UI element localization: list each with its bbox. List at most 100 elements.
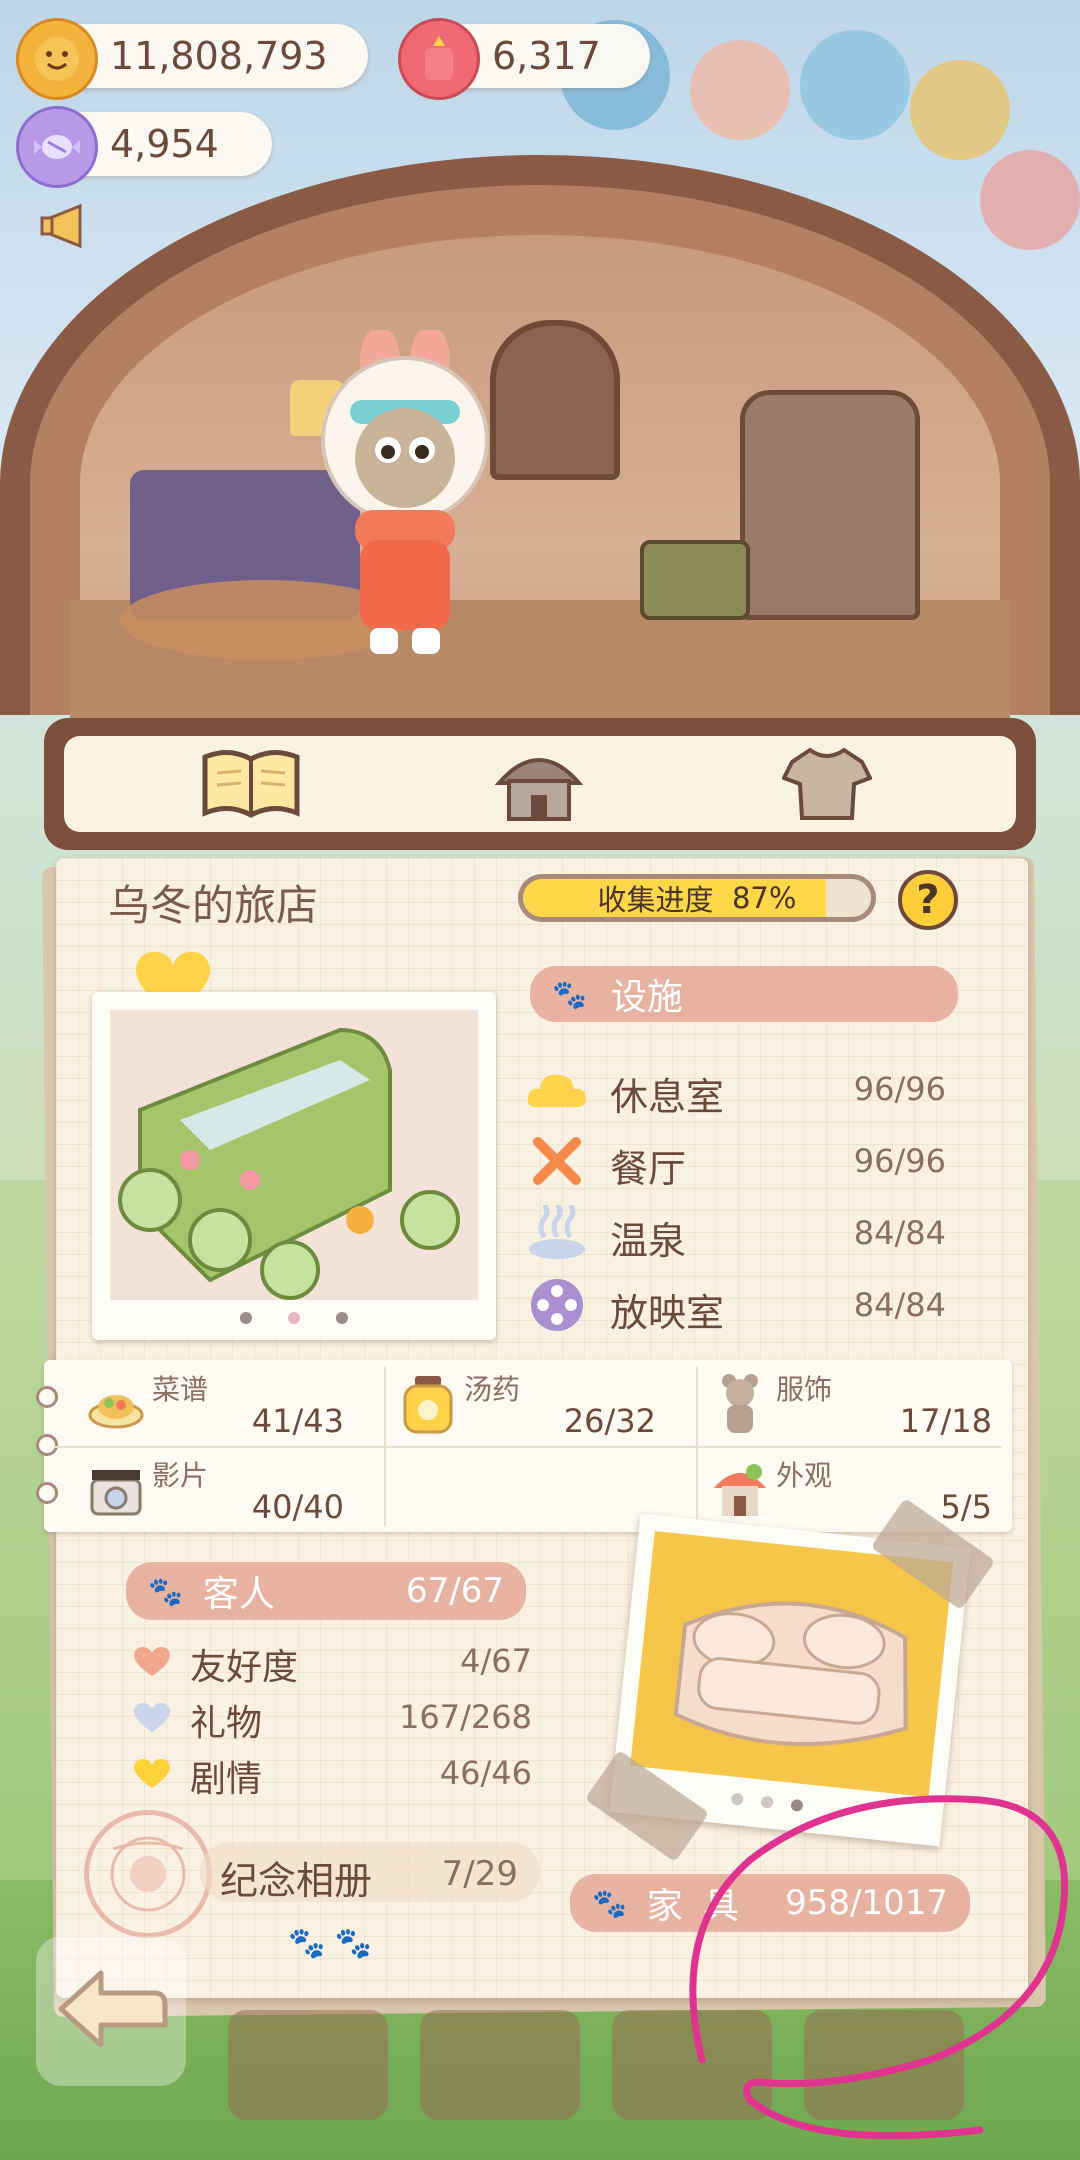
cloud-icon — [526, 1060, 588, 1118]
facility-value: 84/84 — [853, 1214, 946, 1252]
film-reel-icon — [526, 1276, 588, 1334]
back-button[interactable] — [36, 1936, 186, 2086]
guest-row-gifts[interactable]: 礼物 167/268 — [132, 1692, 532, 1744]
facility-value: 84/84 — [853, 1286, 946, 1324]
hot-spring-icon — [526, 1204, 588, 1262]
open-book-icon — [199, 747, 303, 823]
heart-icon — [134, 1647, 170, 1676]
dish-icon — [86, 1372, 146, 1436]
announcement-megaphone-icon[interactable] — [40, 196, 120, 256]
carousel-dot-1[interactable] — [240, 1312, 252, 1324]
guest-row-friendship[interactable]: 友好度 4/67 — [132, 1636, 532, 1688]
album-value: 7/29 — [441, 1854, 518, 1894]
guest-row-story[interactable]: 剧情 46/46 — [132, 1748, 532, 1800]
tab-journal[interactable] — [196, 744, 306, 826]
green-vanity-sink-illustration — [118, 1027, 460, 1300]
paw-icon: 🐾 — [592, 1886, 627, 1920]
collection-name: 汤药 — [464, 1373, 521, 1406]
guests-header-value: 67/67 — [406, 1571, 504, 1611]
collection-clothing[interactable]: 服饰 17/18 — [668, 1360, 1002, 1446]
room-chest — [640, 540, 750, 620]
annotation-circle — [689, 1795, 1069, 2140]
photo-image-area — [110, 1010, 478, 1300]
tab-outfit[interactable] — [772, 744, 882, 826]
page-title: 乌冬的旅店 — [108, 881, 319, 930]
facility-name: 温泉 — [610, 1219, 687, 1263]
collection-value: 40/40 — [251, 1488, 344, 1526]
tab-hotel[interactable] — [484, 744, 594, 826]
fork-knife-icon — [526, 1132, 588, 1190]
featured-item-photo[interactable] — [92, 992, 496, 1340]
candy-counter[interactable]: 4,954 — [16, 106, 272, 188]
room-window — [490, 320, 620, 480]
progress-label-text: 收集进度 — [597, 883, 714, 917]
facility-name: 放映室 — [610, 1291, 725, 1335]
facility-value: 96/96 — [853, 1142, 946, 1180]
coins-value: 11,808,793 — [110, 34, 328, 78]
facility-value: 96/96 — [853, 1070, 946, 1108]
paw-icon: 🐾 — [148, 1574, 183, 1608]
progress-value: 87% — [731, 881, 797, 915]
tshirt-icon — [781, 744, 873, 826]
guest-stat-name: 剧情 — [190, 1759, 263, 1800]
guest-stat-name: 礼物 — [190, 1703, 263, 1744]
room-wardrobe — [740, 390, 920, 620]
collection-name: 影片 — [152, 1459, 209, 1492]
red-candle-gem-icon — [398, 18, 480, 100]
facilities-header-label: 设施 — [610, 977, 683, 1018]
back-arrow-icon — [51, 1959, 171, 2063]
facility-row-restaurant[interactable]: 餐厅 96/96 — [526, 1132, 946, 1191]
facility-name: 餐厅 — [610, 1147, 687, 1191]
collection-recipes[interactable]: 菜谱 41/43 — [44, 1360, 354, 1446]
facilities-header: 🐾 设施 — [530, 966, 958, 1022]
film-camera-icon — [86, 1458, 146, 1522]
dock-item-1[interactable] — [228, 2010, 388, 2120]
postmark-stamp-icon — [84, 1810, 212, 1938]
collection-name: 外观 — [776, 1459, 833, 1492]
gems-value: 6,317 — [492, 34, 601, 78]
collection-progress-bar: 收集进度 87% — [518, 874, 876, 922]
facility-name: 休息室 — [610, 1075, 725, 1119]
character-udon-astronaut[interactable] — [310, 326, 500, 660]
collection-value: 5/5 — [940, 1488, 993, 1526]
collection-value: 41/43 — [251, 1402, 344, 1440]
collections-grid: 菜谱 41/43 汤药 26/32 服饰 17/18 影片 40/40 外观 5… — [36, 1360, 1012, 1532]
facility-row-lounge[interactable]: 休息室 96/96 — [526, 1060, 946, 1119]
memorial-album-row[interactable]: 纪念相册 7/29 — [200, 1842, 540, 1903]
candy-value: 4,954 — [110, 122, 219, 166]
heart-icon — [134, 1759, 170, 1788]
guest-stat-name: 友好度 — [190, 1647, 299, 1688]
guest-stat-value: 46/46 — [439, 1754, 532, 1792]
facility-row-hot-spring[interactable]: 温泉 84/84 — [526, 1204, 946, 1263]
hotel-building-icon — [710, 1458, 770, 1522]
cookie-coin-icon — [16, 18, 98, 100]
carousel-dot-2[interactable] — [288, 1312, 300, 1324]
collection-potions[interactable]: 汤药 26/32 — [356, 1360, 666, 1446]
facility-row-screening-room[interactable]: 放映室 84/84 — [526, 1276, 946, 1335]
album-name: 纪念相册 — [220, 1859, 373, 1903]
guest-stat-value: 4/67 — [460, 1642, 532, 1680]
guest-stat-value: 167/268 — [399, 1698, 532, 1736]
carousel-dot-3[interactable] — [336, 1312, 348, 1324]
guests-header-label: 客人 — [202, 1574, 275, 1615]
collection-name: 服饰 — [776, 1373, 833, 1406]
doll-icon — [710, 1372, 770, 1436]
paw-icon: 🐾 — [552, 977, 587, 1011]
collection-exterior[interactable]: 外观 5/5 — [668, 1446, 1002, 1532]
question-mark-icon: ? — [916, 877, 940, 923]
heart-icon — [134, 1703, 170, 1732]
paw-prints-decoration: 🐾 🐾 — [288, 1926, 373, 1961]
dock-item-2[interactable] — [420, 2010, 580, 2120]
hotel-building-icon — [491, 743, 587, 827]
gems-counter[interactable]: 6,317 — [398, 18, 650, 100]
progress-label: 收集进度 87% — [518, 874, 876, 922]
potion-jar-icon — [398, 1372, 458, 1436]
collection-value: 17/18 — [899, 1402, 992, 1440]
coins-counter[interactable]: 11,808,793 — [16, 18, 368, 100]
guests-header[interactable]: 🐾 客人 67/67 — [126, 1562, 526, 1620]
help-button[interactable]: ? — [898, 870, 958, 930]
candy-icon — [16, 106, 98, 188]
collection-value: 26/32 — [563, 1402, 656, 1440]
collection-films[interactable]: 影片 40/40 — [44, 1446, 354, 1532]
collection-name: 菜谱 — [152, 1373, 209, 1406]
